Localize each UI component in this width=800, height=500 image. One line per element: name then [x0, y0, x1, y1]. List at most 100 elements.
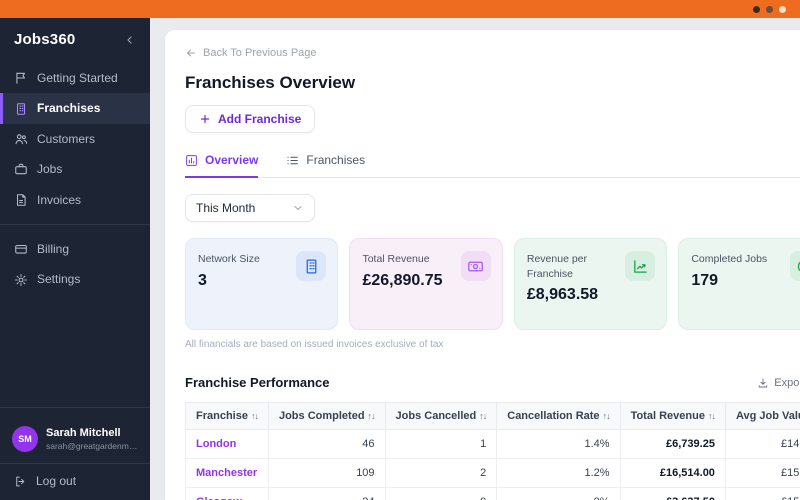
period-select[interactable]: This Month — [185, 194, 315, 222]
table-row: London 46 1 1.4% £6,739.25 £146.51 — [185, 429, 800, 459]
tab-label: Franchises — [306, 153, 366, 167]
window-dot-3 — [779, 5, 786, 13]
jobs-cancelled-cell: 2 — [384, 458, 498, 488]
stat-card-completed-jobs: Completed Jobs 179 — [678, 238, 800, 330]
user-name: Sarah Mitchell — [46, 427, 121, 439]
plus-icon — [200, 114, 210, 124]
franchise-link[interactable]: London — [185, 429, 269, 459]
sidebar-item-label: Customers — [37, 131, 96, 146]
export-csv-label: Export CSV — [774, 376, 800, 389]
sidebar-collapse-icon[interactable] — [124, 34, 136, 46]
tab-overview[interactable]: Overview — [185, 153, 259, 178]
jobs-cancelled-cell: 0 — [384, 487, 498, 500]
franchise-link[interactable]: Glasgow — [185, 487, 269, 500]
building-icon — [16, 102, 26, 115]
sidebar-item-label: Invoices — [37, 192, 82, 207]
financials-note: All financials are based on issued invoi… — [185, 339, 444, 350]
tab-bar: Overview Franchises — [185, 153, 800, 178]
avatar: SM — [12, 426, 38, 452]
bar-chart-icon — [186, 154, 197, 166]
stat-card-label: Revenue per Franchise — [526, 253, 587, 280]
stat-card-network-size: Network Size 3 — [185, 238, 339, 330]
back-link[interactable]: Back To Previous Page — [185, 47, 317, 59]
stat-card-total-revenue: Total Revenue £26,890.75 — [349, 238, 503, 330]
flag-icon — [16, 72, 26, 84]
column-header-cancellation-rate[interactable]: Cancellation Rate ↑↓ — [496, 402, 621, 430]
stat-card-revenue-per-franchise: Revenue per Franchise £8,963.58 — [513, 238, 668, 330]
jobs-completed-cell: 46 — [267, 429, 386, 459]
stat-card-label: Network Size — [198, 253, 260, 265]
column-header-jobs-completed[interactable]: Jobs Completed ↑↓ — [267, 402, 386, 430]
add-franchise-button[interactable]: Add Franchise — [185, 105, 316, 133]
column-header-total-revenue[interactable]: Total Revenue ↑↓ — [619, 402, 726, 430]
sidebar-divider — [0, 223, 150, 225]
table-row: Glasgow 24 0 0% £3,637.50 £151.56 — [185, 487, 800, 500]
section-title-franchise-performance: Franchise Performance — [185, 375, 330, 390]
logout-label: Log out — [36, 474, 77, 488]
main-area: Back To Previous Page Franchises Overvie… — [150, 18, 800, 500]
arrow-left-icon — [187, 49, 195, 57]
stat-card-label: Completed Jobs — [691, 253, 768, 265]
sidebar-item-customers[interactable]: Customers — [0, 124, 150, 154]
export-csv-button[interactable]: Export CSV — [757, 377, 800, 389]
app-logo: Jobs360 — [14, 31, 76, 48]
sort-icon: ↑↓ — [707, 411, 716, 421]
sidebar: Jobs360 Getting Started Franchises Custo… — [0, 18, 150, 500]
column-header-jobs-cancelled[interactable]: Jobs Cancelled ↑↓ — [384, 402, 498, 430]
gear-icon — [15, 273, 27, 286]
sidebar-item-billing[interactable]: Billing — [0, 234, 150, 264]
sidebar-item-franchises[interactable]: Franchises — [0, 93, 150, 124]
sidebar-item-label: Billing — [37, 241, 70, 256]
sort-icon: ↑↓ — [602, 411, 611, 421]
window-dot-2 — [766, 5, 773, 13]
stat-card-label: Total Revenue — [362, 253, 430, 265]
credit-card-icon — [15, 245, 27, 254]
total-revenue-cell: £3,637.50 — [619, 487, 726, 500]
back-link-label: Back To Previous Page — [203, 47, 317, 59]
trend-chart-icon — [625, 251, 656, 281]
download-icon — [759, 378, 768, 387]
sidebar-item-getting-started[interactable]: Getting Started — [0, 63, 150, 93]
cancellation-rate-cell: 1.2% — [496, 458, 621, 488]
sidebar-item-label: Jobs — [37, 162, 63, 177]
briefcase-icon — [15, 164, 27, 175]
sidebar-item-jobs[interactable]: Jobs — [0, 154, 150, 184]
content-panel: Back To Previous Page Franchises Overvie… — [165, 30, 800, 500]
chevron-down-icon — [294, 206, 302, 210]
cancellation-rate-cell: 1.4% — [496, 429, 621, 459]
banknote-icon — [460, 251, 491, 281]
users-icon — [15, 134, 28, 145]
stat-cards: Network Size 3 Total Revenue £26,890.75 … — [185, 238, 800, 330]
stat-card-value: 179 — [691, 271, 719, 289]
table-header-row: Franchise ↑↓ Jobs Completed ↑↓ Jobs Cancel… — [185, 402, 800, 430]
logout-button[interactable]: Log out — [0, 464, 150, 500]
add-franchise-label: Add Franchise — [218, 112, 302, 126]
tab-franchises[interactable]: Franchises — [286, 153, 365, 178]
sidebar-item-label: Franchises — [37, 101, 101, 116]
total-revenue-cell: £6,739.25 — [619, 429, 726, 459]
sort-icon: ↑↓ — [479, 411, 487, 421]
window-dot-1 — [753, 5, 760, 13]
franchise-link[interactable]: Manchester — [185, 458, 269, 488]
jobs-cancelled-cell: 1 — [384, 429, 498, 459]
column-header-franchise[interactable]: Franchise ↑↓ — [185, 402, 269, 430]
franchise-performance-table: Franchise ↑↓ Jobs Completed ↑↓ Jobs Cancel… — [185, 402, 800, 500]
sidebar-item-invoices[interactable]: Invoices — [0, 185, 150, 215]
sidebar-divider — [0, 407, 150, 408]
jobs-completed-cell: 24 — [267, 487, 386, 500]
window-title-bar — [0, 0, 800, 18]
jobs-completed-cell: 109 — [267, 458, 386, 488]
check-circle-icon — [789, 251, 800, 281]
list-icon — [287, 156, 299, 164]
column-header-avg-job-value[interactable]: Avg Job Value↑↓ — [724, 402, 800, 430]
tab-label: Overview — [205, 153, 259, 167]
sidebar-item-label: Getting Started — [37, 71, 118, 85]
period-select-value: This Month — [196, 201, 256, 215]
invoice-icon — [16, 193, 26, 206]
user-profile[interactable]: SM Sarah Mitchell sarah@greatgardenmain.… — [0, 417, 150, 461]
building-icon — [296, 251, 327, 281]
sidebar-item-label: Settings — [37, 272, 81, 287]
user-email: sarah@greatgardenmain... — [46, 441, 142, 451]
page-title: Franchises Overview — [185, 73, 356, 92]
sidebar-item-settings[interactable]: Settings — [0, 264, 150, 294]
